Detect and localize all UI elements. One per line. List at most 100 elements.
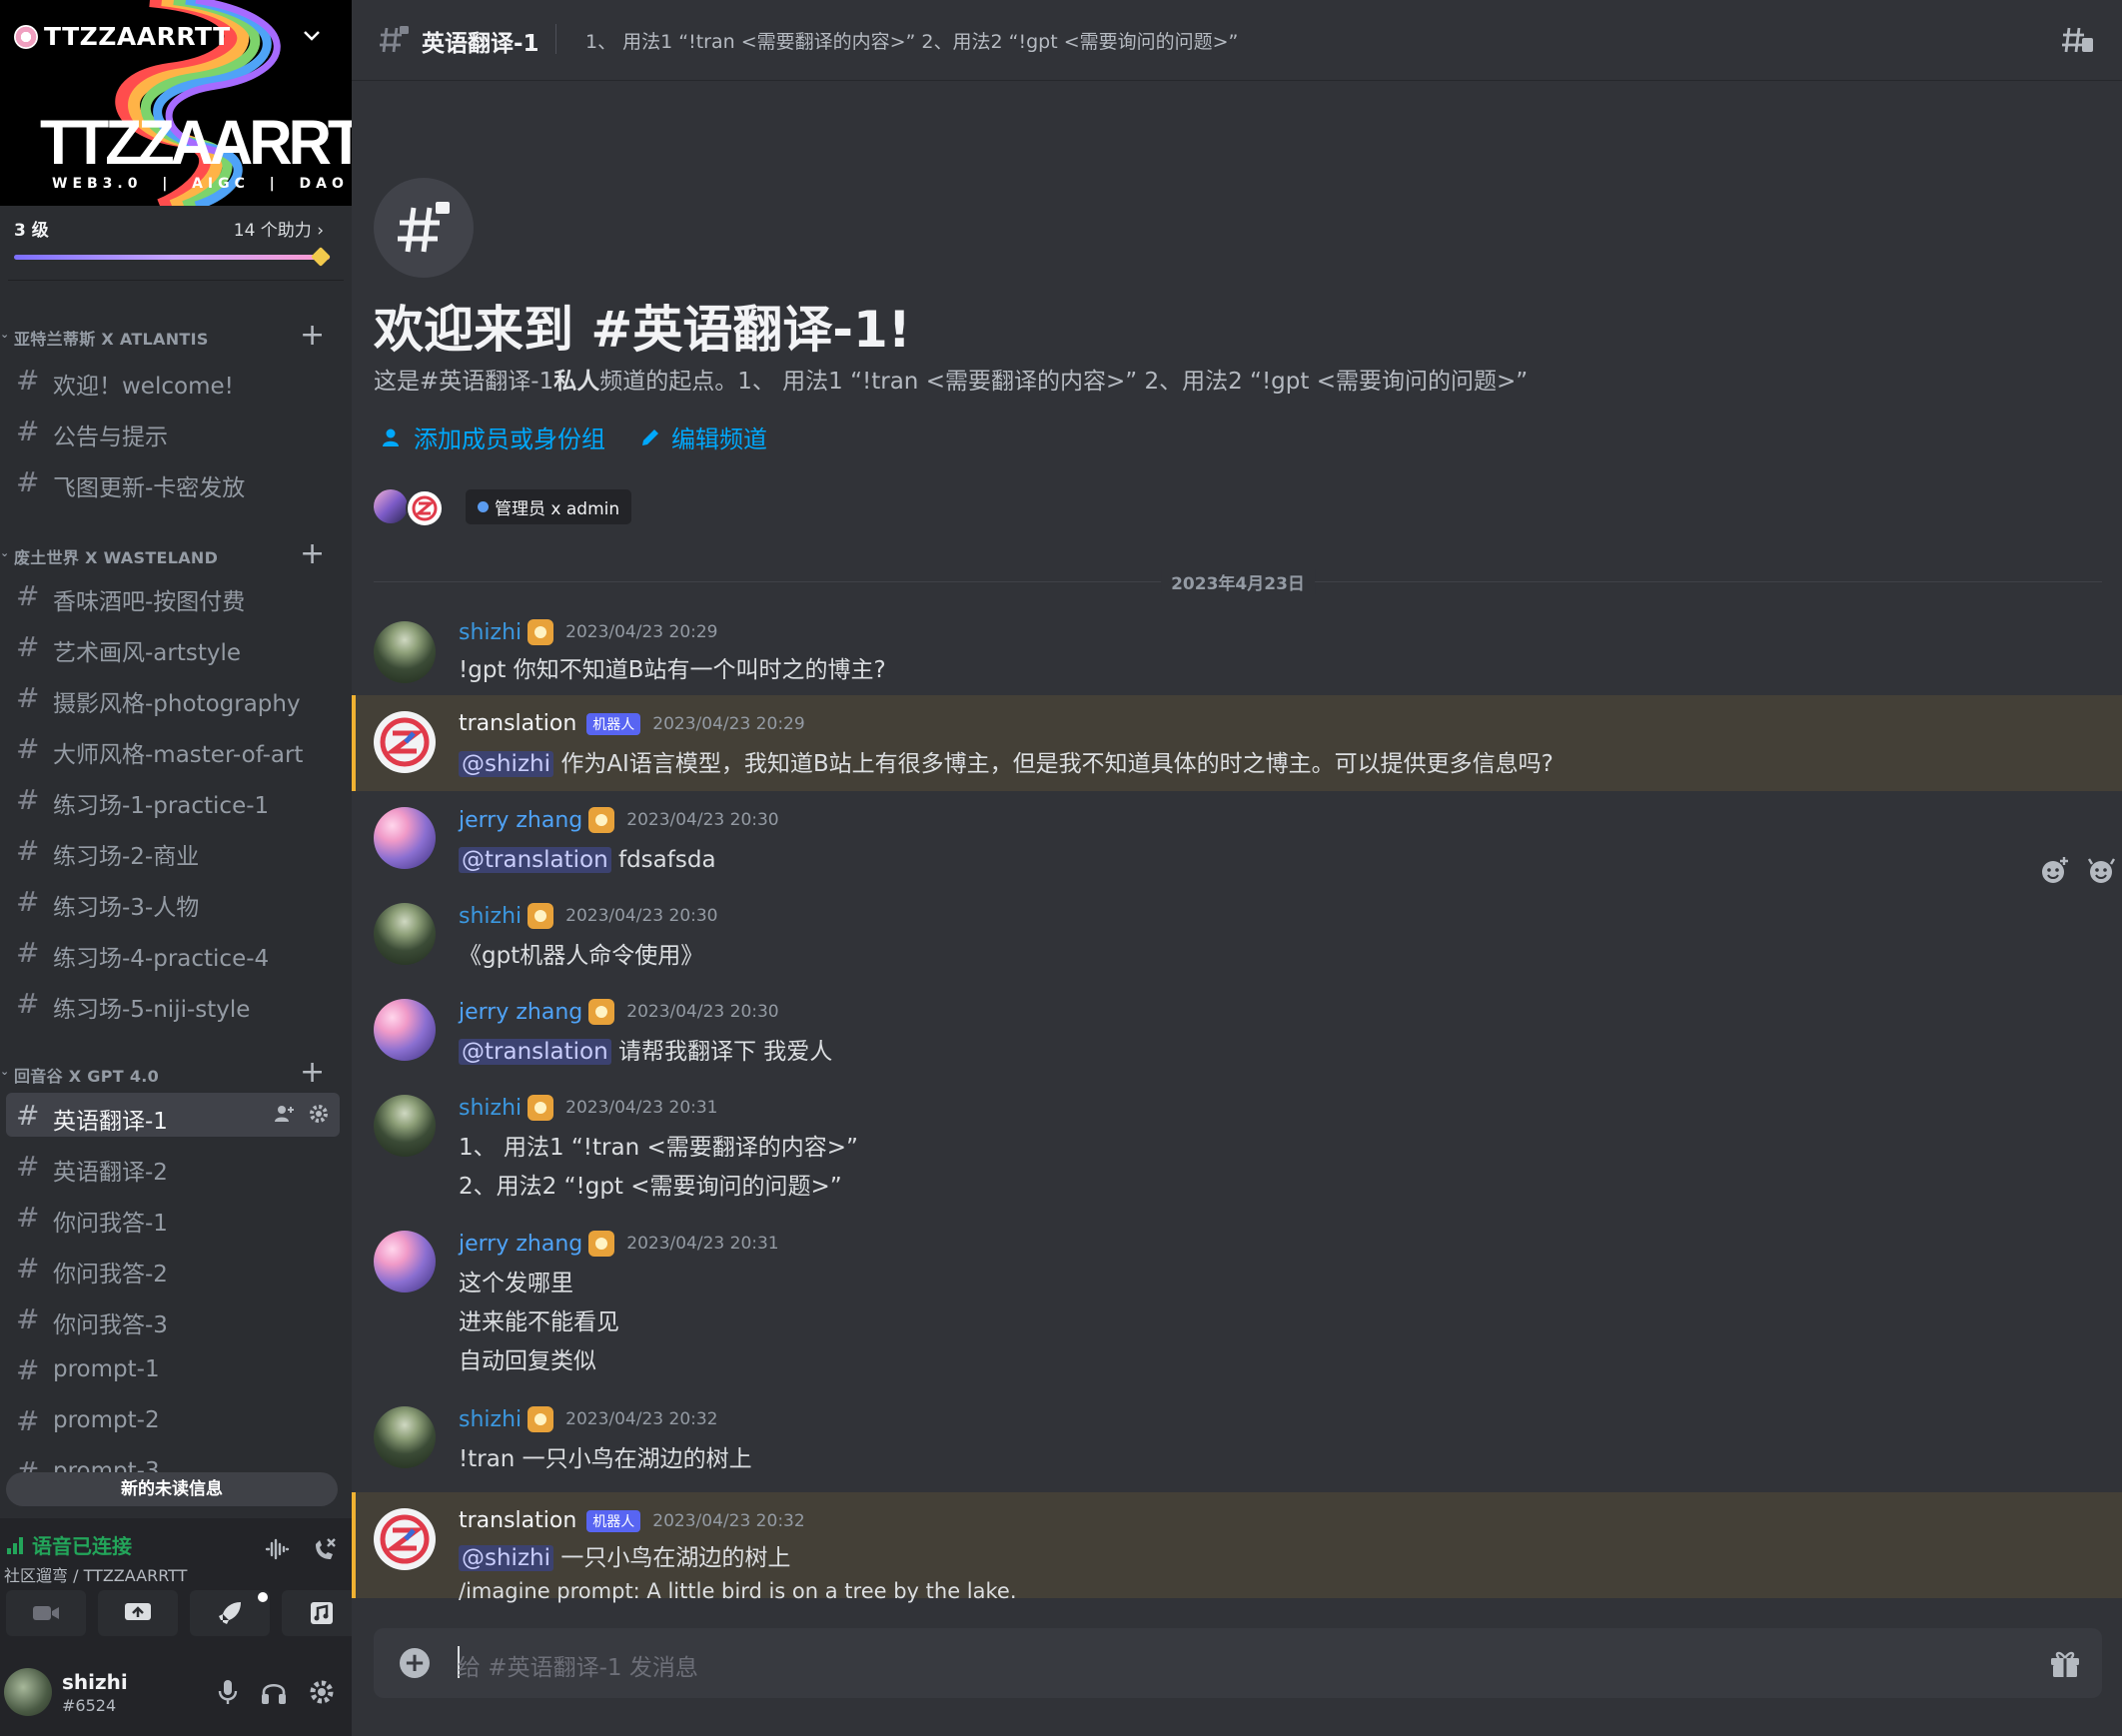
channel-announcements[interactable]: # 公告与提示 <box>6 409 340 452</box>
welcome-desc-prefix: 这是#英语翻译-1 <box>374 369 554 395</box>
plus-icon[interactable]: + <box>400 1648 430 1678</box>
threads-icon[interactable] <box>2060 24 2094 56</box>
avatar[interactable] <box>374 903 436 965</box>
message[interactable]: jerry zhang 2023/04/23 20:30 @translation… <box>352 983 2122 1079</box>
avatar[interactable] <box>374 1095 436 1157</box>
channel-english-translate-1[interactable]: # 英语翻译-1 <box>6 1093 340 1137</box>
create-channel-plus-icon[interactable]: + <box>300 536 325 571</box>
message-body: 1、 用法1 “!tran <需要翻译的内容>” 2、用法2 “!gpt <需要询… <box>459 1129 858 1207</box>
create-channel-plus-icon[interactable]: + <box>300 318 325 353</box>
soundboard-icon[interactable] <box>264 1536 290 1562</box>
camera-button[interactable] <box>6 1590 86 1636</box>
gear-icon[interactable] <box>308 1103 330 1125</box>
user-name[interactable]: shizhi <box>62 1670 128 1694</box>
hash-lock-icon <box>398 202 450 253</box>
activity-icon <box>311 1602 333 1624</box>
channel-prompt-2[interactable]: # prompt-2 <box>6 1398 340 1442</box>
category-wasteland[interactable]: ⌄ 废土世界 X WASTELAND + <box>0 536 352 571</box>
message[interactable]: translation 机器人 2023/04/23 20:29 @shizhi 作… <box>352 695 2122 791</box>
message-author[interactable]: translation <box>459 1508 576 1533</box>
voice-channel-path[interactable]: 社区遛弯 / TTZZAARRTT <box>4 1562 187 1586</box>
user-mention[interactable]: @shizhi <box>459 1545 553 1571</box>
boost-pencil-icon <box>311 247 331 267</box>
disconnect-icon[interactable] <box>312 1536 338 1562</box>
add-super-reaction-button[interactable] <box>2082 851 2122 891</box>
message-author[interactable]: shizhi <box>459 904 522 929</box>
create-channel-plus-icon[interactable]: + <box>300 1055 325 1090</box>
message-composer[interactable]: + 给 #英语翻译-1 发消息 <box>374 1628 2102 1698</box>
channel-practice-2[interactable]: # 练习场-2-商业 <box>6 828 340 872</box>
gift-icon[interactable] <box>2048 1646 2082 1680</box>
message-author[interactable]: translation <box>459 711 576 736</box>
add-member-icon[interactable] <box>274 1103 296 1125</box>
avatar[interactable] <box>374 621 436 683</box>
user-mention[interactable]: @translation <box>459 1039 611 1065</box>
message-author[interactable]: jerry zhang <box>459 1232 582 1257</box>
avatar[interactable] <box>4 1668 52 1716</box>
avatar[interactable] <box>374 1508 436 1570</box>
channel-artstyle[interactable]: # 艺术画风-artstyle <box>6 624 340 668</box>
page-title: 英语翻译-1 <box>422 31 539 57</box>
bot-tag: 机器人 <box>586 1509 641 1532</box>
chevron-down-icon[interactable] <box>300 24 324 48</box>
message[interactable]: translation 机器人 2023/04/23 20:32 @shizhi 一… <box>352 1492 2122 1603</box>
role-pill[interactable]: 管理员 x admin <box>466 488 632 524</box>
avatar[interactable] <box>374 999 436 1061</box>
message[interactable]: jerry zhang 2023/04/23 20:30 @translation… <box>352 791 2122 887</box>
channel-qa-3[interactable]: # 你问我答-3 <box>6 1297 340 1340</box>
member-avatars[interactable] <box>374 487 448 527</box>
message[interactable]: shizhi 2023/04/23 20:32 !tran 一只小鸟在湖边的树上 <box>352 1390 2122 1486</box>
edit-channel-link[interactable]: 编辑频道 <box>639 420 767 454</box>
soundboard-panel-button[interactable] <box>282 1590 352 1636</box>
message[interactable]: shizhi 2023/04/23 20:30 《gpt机器人命令使用》 <box>352 887 2122 983</box>
user-mention[interactable]: @translation <box>459 847 611 873</box>
channel-qa-1[interactable]: # 你问我答-1 <box>6 1195 340 1239</box>
headphones-icon[interactable] <box>260 1678 288 1706</box>
channel-practice-3[interactable]: # 练习场-3-人物 <box>6 879 340 923</box>
server-banner[interactable]: TTZZAARRTT TTZZAARRTT WEB3.0 | AIGC | DA… <box>0 0 352 206</box>
boost-progress-row[interactable]: 3 级 14 个助力 › <box>14 212 324 242</box>
screen-share-button[interactable] <box>98 1590 178 1636</box>
hash-icon: # <box>16 732 40 765</box>
channel-practice-1[interactable]: # 练习场-1-practice-1 <box>6 777 340 821</box>
mic-icon[interactable] <box>216 1678 240 1706</box>
message-author[interactable]: jerry zhang <box>459 808 582 833</box>
channel-english-translate-2[interactable]: # 英语翻译-2 <box>6 1144 340 1188</box>
category-atlantis[interactable]: ⌄ 亚特兰蒂斯 X ATLANTIS + <box>0 318 352 353</box>
channel-topic[interactable]: 1、 用法1 “!tran <需要翻译的内容>” 2、用法2 “!gpt <需要… <box>585 27 1238 54</box>
super-reaction-icon <box>2087 858 2116 883</box>
message[interactable]: shizhi 2023/04/23 20:31 1、 用法1 “!tran <需要… <box>352 1079 2122 1215</box>
add-members-link[interactable]: 添加成员或身份组 <box>382 420 605 454</box>
add-reaction-button[interactable] <box>2034 851 2074 891</box>
avatar[interactable] <box>374 711 436 773</box>
avatar[interactable] <box>374 1231 436 1293</box>
channel-photography[interactable]: # 摄影风格-photography <box>6 675 340 719</box>
channel-practice-4[interactable]: # 练习场-4-practice-4 <box>6 930 340 974</box>
voice-status[interactable]: 语音已连接 <box>6 1530 132 1559</box>
message-author[interactable]: shizhi <box>459 620 522 645</box>
channel-feitu-updates[interactable]: # 飞图更新-卡密发放 <box>6 459 340 503</box>
server-name[interactable]: TTZZAARRTT <box>14 22 231 51</box>
avatar[interactable] <box>374 1406 436 1468</box>
channel-practice-5[interactable]: # 练习场-5-niji-style <box>6 981 340 1025</box>
message-author[interactable]: shizhi <box>459 1407 522 1432</box>
channel-qa-2[interactable]: # 你问我答-2 <box>6 1246 340 1290</box>
gear-icon[interactable] <box>308 1678 336 1706</box>
channel-prompt-1[interactable]: # prompt-1 <box>6 1347 340 1391</box>
message-line: 进来能不能看见 <box>459 1309 619 1335</box>
message-line: 1、 用法1 “!tran <需要翻译的内容>” <box>459 1135 858 1161</box>
category-gpt[interactable]: ⌄ 回音谷 X GPT 4.0 + <box>0 1055 352 1090</box>
activity-rocket-button[interactable] <box>190 1590 270 1636</box>
channel-welcome[interactable]: # 欢迎！welcome! <box>6 358 340 402</box>
message[interactable]: jerry zhang 2023/04/23 20:31 这个发哪里 进来能不能看见… <box>352 1215 2122 1390</box>
avatar[interactable] <box>374 807 436 869</box>
user-mention[interactable]: @shizhi <box>459 751 553 777</box>
channel-master-of-art[interactable]: # 大师风格-master-of-art <box>6 726 340 770</box>
message-input[interactable]: 给 #英语翻译-1 发消息 <box>458 1648 698 1682</box>
new-unread-pill[interactable]: 新的未读信息 <box>6 1472 338 1506</box>
message-author[interactable]: jerry zhang <box>459 1000 582 1025</box>
channel-bar[interactable]: # 香味酒吧-按图付费 <box>6 573 340 617</box>
edit-channel-label: 编辑频道 <box>671 426 767 453</box>
message-author[interactable]: shizhi <box>459 1096 522 1121</box>
message[interactable]: shizhi 2023/04/23 20:29 !gpt 你知不知道B站有一个叫时… <box>352 599 2122 695</box>
